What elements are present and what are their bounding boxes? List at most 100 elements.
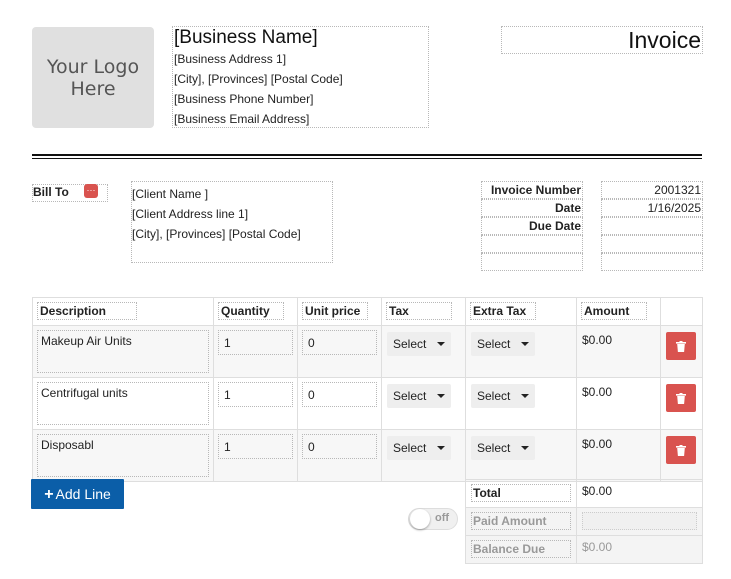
total-row: Total $0.00 <box>465 479 703 508</box>
caret-down-icon <box>437 446 446 450</box>
quantity-input[interactable]: 1 <box>218 382 293 407</box>
amount-value: $0.00 <box>582 385 613 399</box>
logo-placeholder[interactable]: Your Logo Here <box>32 27 154 128</box>
due-date-label: Due Date <box>481 217 583 235</box>
cell-quantity: 1 <box>213 325 298 378</box>
business-phone[interactable]: [Business Phone Number] <box>174 89 427 109</box>
cell-unit-price: 0 <box>297 429 382 482</box>
invoice-number-field[interactable]: 2001321 <box>601 181 703 199</box>
total-label: Total <box>471 484 571 502</box>
invoice-meta-values: 2001321 1/16/2025 <box>601 181 703 271</box>
unit-price-input[interactable]: 0 <box>302 382 377 407</box>
paid-label-cell: Paid Amount <box>465 507 577 536</box>
date-label: Date <box>481 199 583 217</box>
balance-due-row: Balance Due $0.00 <box>465 535 703 564</box>
extra-tax-select-label: Select <box>477 441 511 455</box>
delete-row-button[interactable] <box>666 332 696 360</box>
cell-unit-price: 0 <box>297 325 382 378</box>
column-header-description: Description <box>32 297 214 326</box>
tax-select-label: Select <box>393 337 427 351</box>
cell-extra-tax: Select <box>465 377 577 430</box>
quantity-input[interactable]: 1 <box>218 434 293 459</box>
column-header-extra-tax: Extra Tax <box>465 297 577 326</box>
column-header-tax: Tax <box>381 297 466 326</box>
total-label-cell: Total <box>465 479 577 508</box>
toggle-knob[interactable] <box>410 509 430 529</box>
cell-tax: Select <box>381 429 466 482</box>
paid-amount-row: Paid Amount <box>465 507 703 536</box>
header-divider-thin <box>32 158 702 159</box>
caret-down-icon <box>521 342 530 346</box>
due-date-field[interactable] <box>601 217 703 235</box>
caret-down-icon <box>521 446 530 450</box>
client-info[interactable]: [Client Name ] [Client Address line 1] [… <box>131 181 333 263</box>
cell-description: Centrifugal units <box>32 377 214 430</box>
business-city[interactable]: [City], [Provinces] [Postal Code] <box>174 69 427 89</box>
delete-row-button[interactable] <box>666 384 696 412</box>
paid-toggle[interactable]: off <box>408 508 458 530</box>
meta-blank-label-1[interactable] <box>481 235 583 253</box>
meta-blank-label-2[interactable] <box>481 253 583 271</box>
description-input[interactable]: Disposabl <box>37 434 209 477</box>
extra-tax-select[interactable]: Select <box>471 384 536 408</box>
client-name[interactable]: [Client Name ] <box>132 184 332 204</box>
invoice-title[interactable]: Invoice <box>501 26 703 54</box>
business-name[interactable]: [Business Name] <box>174 27 427 49</box>
balance-label-cell: Balance Due <box>465 535 577 564</box>
caret-down-icon <box>521 394 530 398</box>
cell-amount: $0.00 <box>576 377 661 430</box>
add-line-label: Add Line <box>55 486 111 502</box>
balance-due-label: Balance Due <box>471 540 571 558</box>
table-header-row: Description Quantity Unit price Tax Extr… <box>32 297 703 326</box>
delete-row-button[interactable] <box>666 436 696 464</box>
logo-text: Your Logo Here <box>46 55 140 100</box>
line-items-table: Description Quantity Unit price Tax Extr… <box>32 297 703 482</box>
business-info[interactable]: [Business Name] [Business Address 1] [Ci… <box>172 26 429 128</box>
invoice-number-label: Invoice Number <box>481 181 583 199</box>
caret-down-icon <box>437 394 446 398</box>
extra-tax-select-label: Select <box>477 337 511 351</box>
business-email[interactable]: [Business Email Address] <box>174 109 427 129</box>
unit-price-input[interactable]: 0 <box>302 330 377 355</box>
extra-tax-select-label: Select <box>477 389 511 403</box>
cell-quantity: 1 <box>213 429 298 482</box>
trash-icon <box>676 340 686 352</box>
description-input[interactable]: Centrifugal units <box>37 382 209 425</box>
column-header-unit-price: Unit price <box>297 297 382 326</box>
add-line-button[interactable]: + Add Line <box>31 479 124 509</box>
plus-icon: + <box>44 486 54 503</box>
meta-blank-value-1[interactable] <box>601 235 703 253</box>
column-header-quantity: Quantity <box>213 297 298 326</box>
caret-down-icon <box>437 342 446 346</box>
business-address[interactable]: [Business Address 1] <box>174 49 427 69</box>
quantity-input[interactable]: 1 <box>218 330 293 355</box>
more-icon[interactable]: ··· <box>84 184 98 198</box>
client-address[interactable]: [Client Address line 1] <box>132 204 332 224</box>
unit-price-input[interactable]: 0 <box>302 434 377 459</box>
cell-description: Disposabl <box>32 429 214 482</box>
table-row: Makeup Air Units 1 0 Select Select $0.00 <box>32 325 703 378</box>
cell-actions <box>660 377 703 430</box>
cell-description: Makeup Air Units <box>32 325 214 378</box>
tax-select[interactable]: Select <box>387 436 452 460</box>
tax-select[interactable]: Select <box>387 384 452 408</box>
cell-amount: $0.00 <box>576 429 661 482</box>
description-input[interactable]: Makeup Air Units <box>37 330 209 373</box>
meta-blank-value-2[interactable] <box>601 253 703 271</box>
date-field[interactable]: 1/16/2025 <box>601 199 703 217</box>
extra-tax-select[interactable]: Select <box>471 436 536 460</box>
column-header-amount: Amount <box>576 297 661 326</box>
table-row: Disposabl 1 0 Select Select $0.00 <box>32 429 703 482</box>
cell-extra-tax: Select <box>465 429 577 482</box>
amount-value: $0.00 <box>582 333 613 347</box>
tax-select-label: Select <box>393 389 427 403</box>
tax-select[interactable]: Select <box>387 332 452 356</box>
cell-unit-price: 0 <box>297 377 382 430</box>
cell-actions <box>660 325 703 378</box>
paid-amount-input[interactable] <box>582 512 697 530</box>
invoice-meta-labels: Invoice Number Date Due Date <box>481 181 583 271</box>
trash-icon <box>676 444 686 456</box>
cell-tax: Select <box>381 325 466 378</box>
client-city[interactable]: [City], [Provinces] [Postal Code] <box>132 224 332 244</box>
extra-tax-select[interactable]: Select <box>471 332 536 356</box>
